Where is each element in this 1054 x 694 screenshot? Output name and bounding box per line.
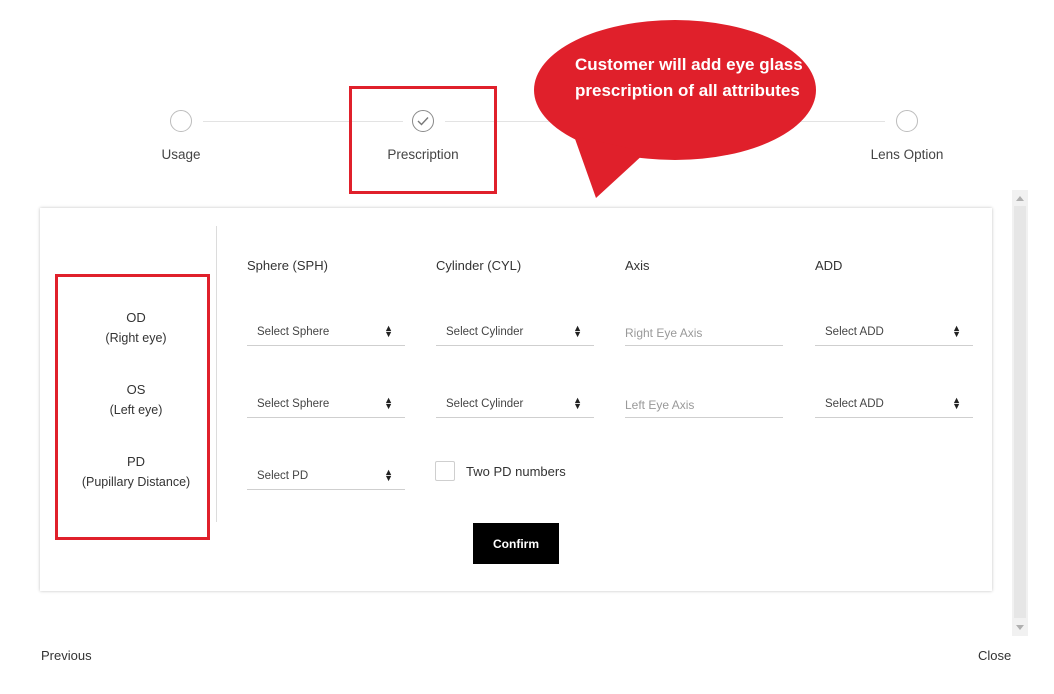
- sort-arrows-icon: ▲ ▼: [384, 323, 393, 339]
- column-header-sphere: Sphere (SPH): [247, 258, 328, 273]
- right-axis-input[interactable]: Right Eye Axis: [625, 316, 783, 346]
- sort-arrows-icon: ▲ ▼: [952, 323, 961, 339]
- callout-text: Customer will add eye glass prescription…: [575, 55, 803, 100]
- select-value: Select ADD: [825, 398, 884, 410]
- sort-arrows-icon: ▲ ▼: [573, 323, 582, 339]
- callout-bubble: [534, 20, 816, 198]
- close-link[interactable]: Close: [978, 648, 1011, 663]
- input-placeholder: Right Eye Axis: [625, 326, 703, 340]
- right-cylinder-select[interactable]: Select Cylinder ▲ ▼: [436, 316, 594, 346]
- step-usage[interactable]: Usage: [121, 110, 241, 162]
- column-header-axis: Axis: [625, 258, 650, 273]
- select-value: Select PD: [257, 470, 309, 482]
- two-pd-label: Two PD numbers: [466, 464, 566, 479]
- scroll-down-arrow-icon[interactable]: [1016, 625, 1024, 630]
- sort-arrows-icon: ▲ ▼: [952, 395, 961, 411]
- select-value: Select Cylinder: [446, 398, 524, 410]
- select-value: Select ADD: [825, 326, 884, 338]
- select-value: Select Sphere: [257, 398, 330, 410]
- confirm-button[interactable]: Confirm: [473, 523, 559, 564]
- previous-link[interactable]: Previous: [41, 648, 92, 663]
- vertical-divider: [216, 226, 217, 522]
- sort-arrows-icon: ▲ ▼: [384, 395, 393, 411]
- step-label: Usage: [161, 147, 201, 162]
- step-lens-option[interactable]: Lens Option: [847, 110, 967, 162]
- left-sphere-select[interactable]: Select Sphere ▲ ▼: [247, 388, 405, 418]
- right-sphere-select[interactable]: Select Sphere ▲ ▼: [247, 316, 405, 346]
- two-pd-checkbox[interactable]: [435, 461, 455, 481]
- scroll-thumb[interactable]: [1014, 206, 1026, 618]
- right-add-select[interactable]: Select ADD ▲ ▼: [815, 316, 973, 346]
- sort-arrows-icon: ▲ ▼: [573, 395, 582, 411]
- scrollbar[interactable]: [1012, 190, 1028, 636]
- left-cylinder-select[interactable]: Select Cylinder ▲ ▼: [436, 388, 594, 418]
- step-circle-icon: [896, 110, 918, 132]
- step-label: Lens Option: [870, 147, 944, 162]
- prescription-highlight-box: [349, 86, 497, 194]
- select-value: Select Cylinder: [446, 326, 524, 338]
- sort-arrows-icon: ▲ ▼: [384, 467, 393, 483]
- column-header-add: ADD: [815, 258, 843, 273]
- scroll-up-arrow-icon[interactable]: [1016, 196, 1024, 201]
- step-circle-icon: [170, 110, 192, 132]
- pd-select[interactable]: Select PD ▲ ▼: [247, 460, 405, 490]
- select-value: Select Sphere: [257, 326, 330, 338]
- row-labels-highlight-box: [55, 274, 210, 540]
- left-add-select[interactable]: Select ADD ▲ ▼: [815, 388, 973, 418]
- left-axis-input[interactable]: Left Eye Axis: [625, 388, 783, 418]
- input-placeholder: Left Eye Axis: [625, 398, 695, 412]
- column-header-cylinder: Cylinder (CYL): [436, 258, 522, 273]
- stepper: Usage Prescription Lens Option: [0, 0, 1054, 200]
